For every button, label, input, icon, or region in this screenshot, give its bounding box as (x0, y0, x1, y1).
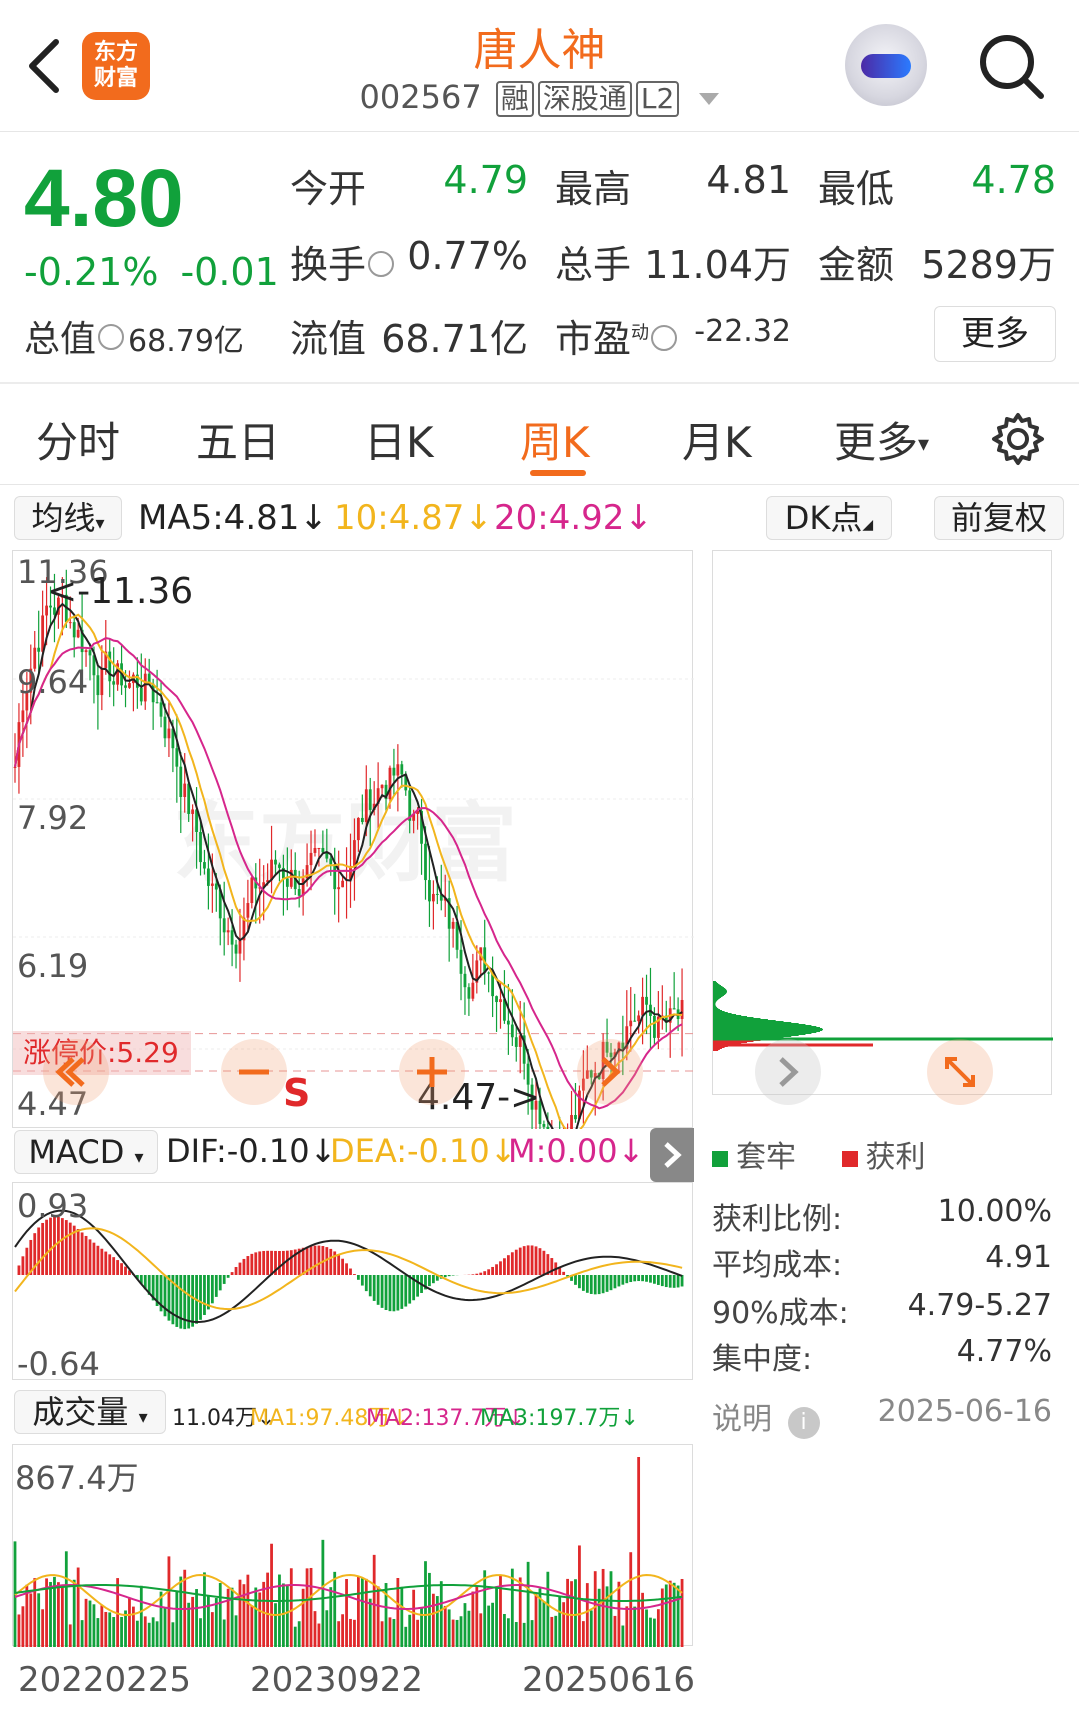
l2-tag: L2 (635, 81, 680, 117)
volume-dropdown[interactable]: 成交量 ▾ (14, 1390, 166, 1434)
scroll-left-button[interactable] (43, 1039, 109, 1105)
pe-item: 市盈动 -22.32 (555, 314, 791, 361)
tab-more[interactable]: 更多▾ (834, 409, 929, 470)
low-item: 最低 4.78 (818, 158, 1056, 211)
chip-prev-button[interactable] (755, 1039, 821, 1105)
ma-legend-bar: 均线▾ MA5:4.81↓ 10:4.87↓ 20:4.92↓ DK点◢ 前复权 (0, 492, 1079, 544)
dk-point-button[interactable]: DK点◢ (766, 496, 892, 540)
y-tick: 867.4万 (15, 1459, 139, 1497)
tab-five-day[interactable]: 五日 (196, 409, 280, 470)
max-price-annotation: <-11.36 (47, 571, 194, 612)
gear-icon[interactable] (990, 411, 1046, 467)
sell-marker: S (283, 1071, 311, 1115)
tab-monthly-k[interactable]: 月K (682, 409, 752, 470)
price-change: -0.21% -0.01 (24, 250, 279, 294)
avg-cost-row: 平均成本: 4.91 (712, 1240, 1052, 1283)
macd-chart[interactable]: 0.93 -0.64 (12, 1182, 693, 1383)
macd-legend-bar: MACD ▾ DIF:-0.10↓ DEA:-0.10↓ M:0.00↓ (0, 1128, 700, 1182)
change-amount: -0.01 (180, 250, 279, 294)
top-bar: 东方 财富 唐人神 002567 融深股通 L2 (0, 0, 1079, 132)
volume-ma3: MA3:197.7万↓ (480, 1406, 639, 1431)
ma10-value: 10:4.87↓ (334, 498, 493, 538)
m-value: M:0.00↓ (508, 1132, 645, 1170)
chip-legend: 套牢 获利 (712, 1132, 926, 1176)
high-item: 最高 4.81 (555, 158, 791, 211)
chevron-down-icon (699, 93, 720, 105)
kline-chart[interactable]: 东方财富 11.36 9.64 7.92 6.19 4.47 <-11.36 4… (12, 550, 694, 1129)
zoom-out-button[interactable] (221, 1039, 287, 1105)
concentration-row: 集中度: 4.77% (712, 1334, 1052, 1377)
y-tick: -0.64 (17, 1345, 100, 1383)
zoom-in-button[interactable] (399, 1039, 465, 1105)
ma-dropdown[interactable]: 均线▾ (14, 496, 122, 540)
cost90-row: 90%成本: 4.79-5.27 (712, 1288, 1052, 1331)
macd-expand-button[interactable] (650, 1128, 694, 1182)
ma5-value: MA5:4.81↓ (138, 498, 328, 538)
scroll-right-button[interactable] (577, 1039, 643, 1105)
margin-tag: 融 (495, 81, 534, 117)
info-dots-icon[interactable] (368, 250, 395, 277)
open-item: 今开 4.79 (290, 158, 528, 211)
volume-chart[interactable]: 867.4万 (12, 1444, 693, 1647)
connect-tag: 深股通 (537, 81, 632, 117)
info-icon[interactable]: i (787, 1407, 820, 1439)
chevron-right-icon (664, 1142, 682, 1168)
stock-code: 002567 (359, 78, 482, 116)
assistant-robot-icon[interactable] (845, 24, 927, 106)
macd-dropdown[interactable]: MACD ▾ (14, 1130, 158, 1174)
float-cap-item: 流值 68.71亿 (290, 317, 528, 361)
x-date: 20220225 (18, 1660, 192, 1700)
tab-intraday[interactable]: 分时 (36, 409, 120, 470)
dif-value: DIF:-0.10↓ (166, 1132, 337, 1170)
chip-distribution-chart[interactable] (712, 550, 1053, 1105)
y-tick: 7.92 (17, 799, 89, 837)
chip-date: 2025-06-16 (877, 1394, 1052, 1429)
y-tick: 0.93 (17, 1187, 89, 1225)
note-link[interactable]: 说明 (712, 1402, 772, 1437)
divider (0, 382, 1079, 384)
y-tick: 9.64 (17, 663, 89, 701)
period-tabs: 分时 五日 日K 周K 月K 更多▾ (0, 395, 1079, 485)
search-icon[interactable] (975, 30, 1047, 102)
total-cap: 总值 68.79亿 (24, 319, 244, 360)
adjust-button[interactable]: 前复权 (934, 496, 1064, 540)
amount-item: 金额 5289万 (818, 243, 1056, 287)
volume-legend-bar: 成交量 ▾ 11.04万↓ MA1:97.48万↓ MA2:137.7万↓ MA… (0, 1388, 700, 1438)
ma20-value: 20:4.92↓ (494, 498, 653, 538)
profit-ratio-row: 获利比例: 10.00% (712, 1194, 1052, 1237)
y-tick: 6.19 (17, 947, 89, 985)
x-date: 20250616 (522, 1660, 696, 1700)
tab-daily-k[interactable]: 日K (364, 409, 434, 470)
turnover-item: 换手 0.77% (290, 234, 528, 287)
info-dots-icon[interactable] (651, 324, 678, 351)
more-button[interactable]: 更多 (934, 306, 1056, 362)
change-percent: -0.21% (24, 250, 159, 294)
dea-value: DEA:-0.10↓ (330, 1132, 517, 1170)
expand-icon[interactable] (927, 1039, 993, 1105)
chip-note-row: 说明 i 2025-06-16 (712, 1394, 1052, 1439)
x-date: 20230922 (250, 1660, 424, 1700)
info-dots-icon[interactable] (98, 324, 125, 350)
quote-panel: 4.80 -0.21% -0.01 总值 68.79亿 今开 4.79 最高 4.81 … (0, 132, 1079, 382)
tab-weekly-k[interactable]: 周K (520, 409, 590, 470)
volume-item: 总手 11.04万 (555, 243, 791, 287)
last-price: 4.80 (24, 153, 184, 244)
active-tab-indicator (530, 470, 586, 476)
